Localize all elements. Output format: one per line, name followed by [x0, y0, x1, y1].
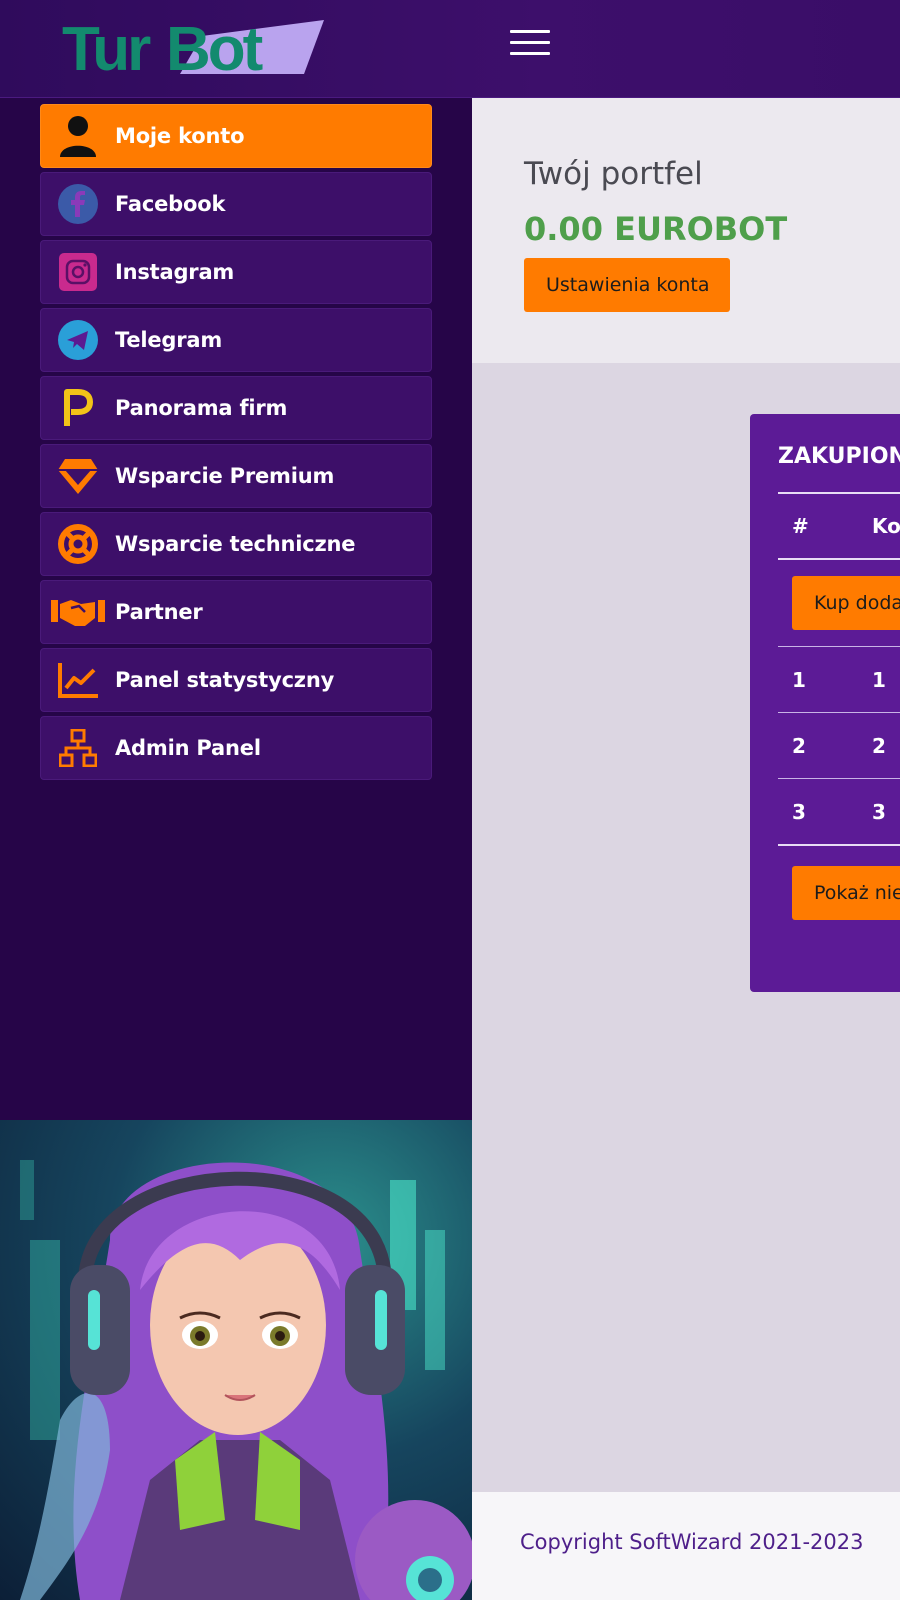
sidebar-item-moje-konto[interactable]: Moje konto	[40, 104, 432, 168]
wallet-balance: 0.00 EUROBOT	[524, 210, 788, 248]
wallet-panel: Twój portfel 0.00 EUROBOT Ustawienia kon…	[472, 98, 900, 363]
chart-line-icon	[41, 648, 115, 712]
sidebar-item-label: Moje konto	[115, 124, 245, 148]
sidebar-item-telegram[interactable]: Telegram	[40, 308, 432, 372]
handshake-icon	[41, 580, 115, 644]
sidebar-item-partner[interactable]: Partner	[40, 580, 432, 644]
sidebar-item-label: Instagram	[115, 260, 235, 284]
purchased-card: ZAKUPIONE # Ko Kup dodatkowe 1 1 2 2 3 3…	[750, 414, 900, 992]
table-row-3-index: 3	[792, 800, 806, 824]
sidebar-menu: Moje konto Facebook Instagram Telegram P	[40, 104, 432, 784]
sidebar-item-panorama-firm[interactable]: Panorama firm	[40, 376, 432, 440]
sidebar-item-facebook[interactable]: Facebook	[40, 172, 432, 236]
instagram-icon	[41, 240, 115, 304]
user-icon	[41, 104, 115, 168]
diamond-icon	[41, 444, 115, 508]
sitemap-icon	[41, 716, 115, 780]
panorama-p-icon	[41, 376, 115, 440]
mascot-illustration	[0, 1120, 472, 1600]
table-row-1-index: 1	[792, 668, 806, 692]
main-content: Twój portfel 0.00 EUROBOT Ustawienia kon…	[472, 98, 900, 1492]
wallet-title: Twój portfel	[524, 156, 703, 192]
sidebar-item-label: Facebook	[115, 192, 226, 216]
sidebar-item-label: Partner	[115, 600, 203, 624]
table-row-2-value: 2	[872, 734, 886, 758]
sidebar-item-label: Telegram	[115, 328, 223, 352]
svg-text:Tur: Tur	[62, 15, 151, 80]
svg-text:Bot: Bot	[166, 15, 263, 80]
sidebar-item-label: Admin Panel	[115, 736, 261, 760]
footer: Copyright SoftWizard 2021-2023	[472, 1492, 900, 1600]
card-title: ZAKUPIONE	[778, 444, 900, 469]
account-settings-button[interactable]: Ustawienia konta	[524, 258, 730, 312]
turbot-logo[interactable]: Tur Bot	[62, 14, 332, 80]
copyright-text: Copyright SoftWizard 2021-2023	[520, 1530, 864, 1554]
telegram-icon	[41, 308, 115, 372]
hamburger-icon	[510, 30, 550, 33]
buy-more-button[interactable]: Kup dodatkowe	[792, 576, 900, 630]
top-bar: Tur Bot	[0, 0, 900, 98]
facebook-icon	[41, 172, 115, 236]
sidebar-item-admin-panel[interactable]: Admin Panel	[40, 716, 432, 780]
sidebar: Moje konto Facebook Instagram Telegram P	[0, 98, 472, 1120]
sidebar-item-label: Panel statystyczny	[115, 668, 335, 692]
table-row-3-value: 3	[872, 800, 886, 824]
sidebar-item-panel-statystyczny[interactable]: Panel statystyczny	[40, 648, 432, 712]
table-row-1-value: 1	[872, 668, 886, 692]
sidebar-item-wsparcie-premium[interactable]: Wsparcie Premium	[40, 444, 432, 508]
sidebar-item-instagram[interactable]: Instagram	[40, 240, 432, 304]
table-header-ko: Ko	[872, 514, 900, 538]
sidebar-item-label: Wsparcie Premium	[115, 464, 335, 488]
show-inactive-button[interactable]: Pokaż nieaktywne	[792, 866, 900, 920]
menu-toggle-button[interactable]	[508, 30, 552, 58]
sidebar-item-label: Wsparcie techniczne	[115, 532, 356, 556]
sidebar-item-label: Panorama firm	[115, 396, 288, 420]
lifebuoy-icon	[41, 512, 115, 576]
table-row-2-index: 2	[792, 734, 806, 758]
sidebar-item-wsparcie-techniczne[interactable]: Wsparcie techniczne	[40, 512, 432, 576]
table-header-index: #	[792, 514, 809, 538]
